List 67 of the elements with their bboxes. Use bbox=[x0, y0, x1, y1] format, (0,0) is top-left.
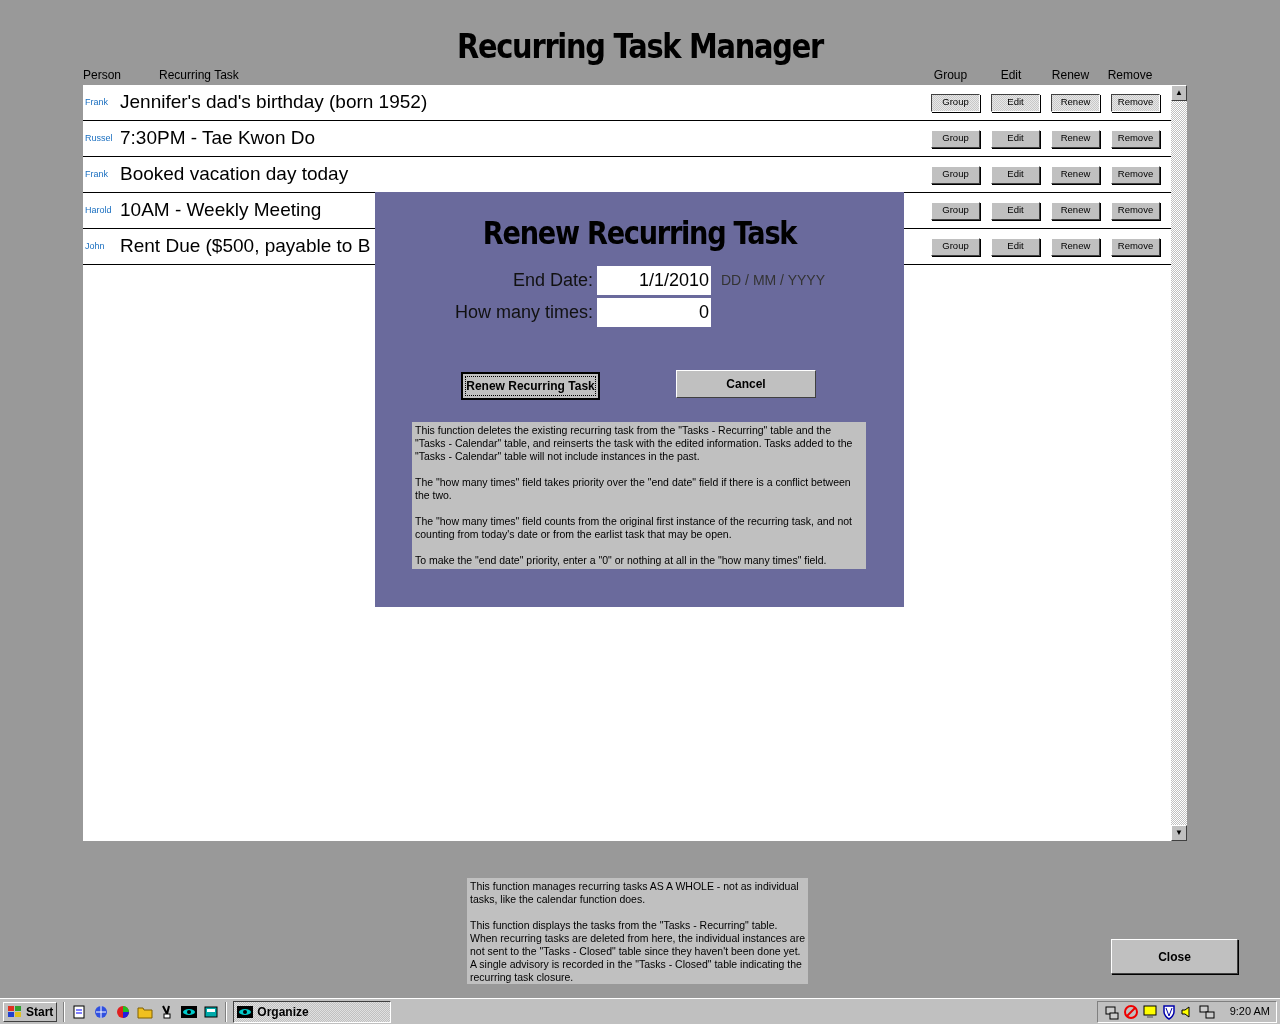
person-name: Harold bbox=[85, 204, 112, 215]
windows-logo-icon[interactable] bbox=[7, 1003, 23, 1020]
field-label: End Date: bbox=[511, 268, 594, 292]
scrollbar[interactable]: ▲ ▼ bbox=[1171, 85, 1187, 841]
task-name: Rent Due ($500, payable to B bbox=[120, 235, 371, 257]
input-field[interactable]: 0 bbox=[597, 297, 711, 327]
task-name: Booked vacation day today bbox=[120, 163, 349, 185]
dialog-button[interactable]: Cancel bbox=[676, 370, 816, 399]
person-name: Frank bbox=[85, 96, 108, 107]
help-paragraph: This function manages recurring tasks AS A WHOLE - not as individual tasks, like the calendar function does. bbox=[470, 880, 800, 906]
help-paragraph: This function deletes the existing recurring task from the "Tasks - Recurring" table and the "Tasks - Calendar" table, and reinserts the task with the edited information. Tasks added to the "Tasks - Calendar" table will not include instances in the past. bbox=[415, 424, 854, 464]
dialog-button[interactable]: Renew Recurring Task bbox=[461, 372, 600, 401]
eye-icon[interactable] bbox=[181, 1003, 198, 1020]
column-header: Group bbox=[933, 68, 968, 82]
help-paragraph: The "how many times" field counts from the original first instance of the recurring task, and not counting from today's date or from the earlist task that may be open. bbox=[415, 515, 853, 542]
color-wheel-icon[interactable] bbox=[115, 1003, 132, 1020]
help-paragraph: The "how many times" field takes priority over the "end date" field if there is a conflict between the two. bbox=[415, 476, 852, 503]
row-button[interactable]: Edit bbox=[991, 129, 1040, 148]
row-button[interactable]: Remove bbox=[1111, 129, 1160, 148]
column-header: Person bbox=[83, 68, 122, 82]
row-button[interactable]: Group bbox=[931, 165, 980, 184]
row-button[interactable]: Group bbox=[931, 237, 980, 256]
row-button[interactable]: Edit bbox=[991, 165, 1040, 184]
row-button[interactable]: Edit bbox=[991, 201, 1040, 220]
person-name: Russel bbox=[85, 132, 113, 143]
shield-icon[interactable] bbox=[1160, 1003, 1177, 1020]
close-button[interactable]: Close bbox=[1111, 939, 1238, 974]
row-button[interactable]: Edit bbox=[991, 93, 1040, 112]
scroll-up-button[interactable]: ▲ bbox=[1171, 85, 1187, 101]
person-name: Frank bbox=[85, 168, 108, 179]
eye-icon[interactable] bbox=[237, 1003, 254, 1020]
help-paragraph: To make the "end date" priority, enter a "0" or nothing at all in the "how many times" field. bbox=[415, 554, 828, 568]
row-button[interactable]: Remove bbox=[1111, 237, 1160, 256]
column-header: Edit bbox=[1000, 68, 1022, 82]
calculator-icon[interactable] bbox=[203, 1003, 220, 1020]
row-button[interactable]: Renew bbox=[1051, 237, 1100, 256]
scroll-down-button[interactable]: ▼ bbox=[1171, 825, 1187, 841]
row-button[interactable]: Edit bbox=[991, 237, 1040, 256]
row-button[interactable]: Renew bbox=[1051, 165, 1100, 184]
page-title: Recurring Task Manager bbox=[455, 25, 825, 66]
column-header: Remove bbox=[1107, 68, 1153, 82]
row-button[interactable]: Remove bbox=[1111, 165, 1160, 184]
monitor-icon[interactable] bbox=[1141, 1003, 1158, 1020]
row-button[interactable]: Renew bbox=[1051, 129, 1100, 148]
row-button[interactable]: Remove bbox=[1111, 201, 1160, 220]
document-icon[interactable] bbox=[71, 1003, 88, 1020]
row-button[interactable]: Group bbox=[931, 129, 980, 148]
row-button[interactable]: Renew bbox=[1051, 93, 1100, 112]
taskbar-window-button[interactable]: Organize bbox=[233, 1000, 392, 1023]
task-name: 7:30PM - Tae Kwon Do bbox=[120, 127, 316, 149]
task-name: Jennifer's dad's birthday (born 1952) bbox=[120, 91, 428, 113]
globe-icon[interactable] bbox=[93, 1003, 110, 1020]
task-name: 10AM - Weekly Meeting bbox=[120, 199, 322, 221]
field-label: How many times: bbox=[453, 300, 594, 324]
dialog-title: Renew Recurring Task bbox=[481, 214, 799, 253]
row-button[interactable]: Group bbox=[931, 201, 980, 220]
clock-time: 9:20 AM bbox=[1229, 1004, 1270, 1020]
column-header: Recurring Task bbox=[159, 68, 239, 82]
format-hint: DD / MM / YYYY bbox=[721, 270, 825, 290]
help-paragraph: This function displays the tasks from the "Tasks - Recurring" table. When recurring tasks are deleted from here, the individual instances are not sent to the "Tasks - Closed" table since they haven't been done yet. A single advisory is recorded in the "Tasks - Closed" table indicating the recurring task closure. bbox=[470, 919, 805, 984]
input-field[interactable]: 1/1/2010 bbox=[597, 265, 711, 295]
start-button[interactable]: Start bbox=[3, 1001, 58, 1022]
row-button[interactable]: Remove bbox=[1111, 93, 1160, 112]
row-button[interactable]: Renew bbox=[1051, 201, 1100, 220]
person-name: John bbox=[85, 240, 105, 251]
column-header: Renew bbox=[1051, 68, 1090, 82]
row-button[interactable]: Group bbox=[931, 93, 980, 112]
